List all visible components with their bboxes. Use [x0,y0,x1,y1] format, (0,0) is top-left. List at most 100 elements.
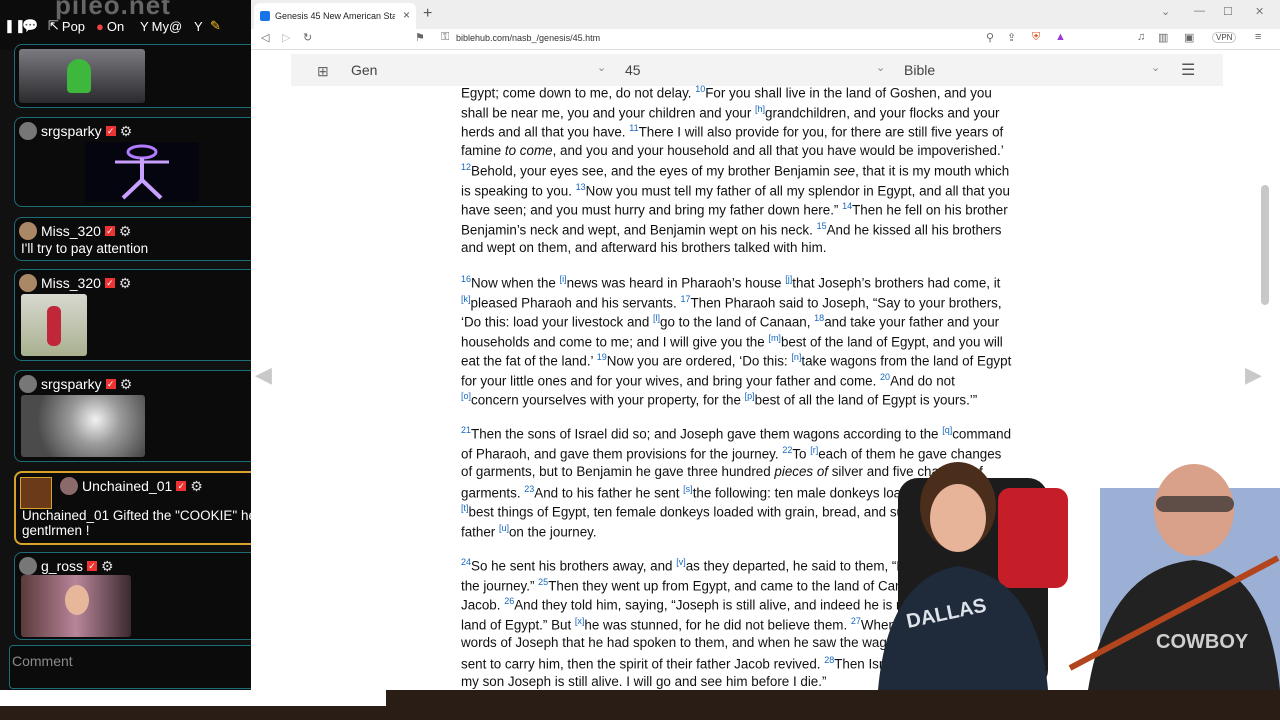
verse-number-link[interactable]: 15 [817,221,827,231]
hamburger-menu-icon[interactable]: ☰ [1181,60,1195,80]
verse-text: Benjamin’s neck and wept, and Benjamin w… [461,221,817,237]
footnote-link[interactable]: [l] [653,313,660,323]
scrollbar[interactable] [1261,185,1269,305]
reload-icon[interactable]: ↻ [303,31,312,44]
verse-number-link[interactable]: 24 [461,557,471,567]
verse-line: shall be near me, you and your children … [461,104,1000,120]
brave-shield-icon[interactable]: ⛨ [1032,31,1040,44]
chat-username[interactable]: g_ross ✓ ⚙ [19,557,114,575]
footnote-link[interactable]: [v] [676,557,686,567]
verse-text: on the journey. [508,523,597,539]
verse-number-link[interactable]: 19 [597,352,607,362]
share-icon[interactable]: ⇪ [1007,31,1016,44]
footnote-link[interactable]: [p] [745,391,755,401]
verse-number-link[interactable]: 16 [461,274,471,284]
chat-username[interactable]: Miss_320 ✓ ⚙ [19,274,131,292]
verse-number-link[interactable]: 13 [576,182,586,192]
footnote-link[interactable]: [k] [461,294,471,304]
verse-text: Behold, your eyes see, and the eyes of m… [471,163,834,179]
close-window-icon[interactable]: ✕ [1255,5,1264,18]
maximize-icon[interactable]: ☐ [1223,5,1233,18]
version-select[interactable]: Bible [904,62,935,78]
chevron-down-icon[interactable]: ⌄ [1161,5,1170,18]
verse-text: of garments, but to Benjamin he gave thr… [461,464,775,479]
verse-number-link[interactable]: 10 [695,84,705,94]
gear-icon[interactable]: ⚙ [190,478,203,495]
next-chapter-icon[interactable]: ▶ [1245,362,1262,388]
footnote-link[interactable]: [o] [461,391,471,401]
verse-number-link[interactable]: 25 [538,577,548,587]
footnote-link[interactable]: [i] [560,274,567,284]
gif-thumbnail[interactable] [21,395,145,457]
pencil-icon[interactable]: ✎ [210,16,221,36]
verified-icon: ✓ [176,481,187,491]
minimize-icon[interactable]: — [1194,5,1205,17]
verse-text: herds and all that you have. [461,124,630,140]
verse-number-link[interactable]: 12 [461,162,471,172]
verse-number-link[interactable]: 18 [814,313,824,323]
close-tab-icon[interactable]: × [403,8,410,22]
verse-number-link[interactable]: 11 [629,123,638,133]
url-field[interactable]: biblehub.com/nasb_/genesis/45.htm [456,33,600,43]
gif-thumbnail[interactable] [21,294,87,356]
bookmark-icon[interactable]: ⚑ [415,31,425,44]
rewards-icon[interactable]: ▲ [1055,31,1066,43]
footnote-link[interactable]: [s] [683,484,693,494]
verse-number-link[interactable]: 28 [824,655,834,665]
footnote-link[interactable]: [t] [461,503,469,513]
verse-text: concern yourselves with your property, f… [471,392,745,408]
gif-thumbnail[interactable] [19,49,145,103]
grid-icon[interactable]: ⊞ [317,63,329,80]
sidebar-icon[interactable]: ▥ [1158,31,1168,44]
gif-thumbnail[interactable] [21,575,131,637]
filter-icon[interactable]: Y [194,16,203,36]
chat-username[interactable]: Unchained_01 ✓ ⚙ [60,477,203,495]
verse-text: For you shall live in the land of Goshen… [705,85,992,101]
verse-number-link[interactable]: 14 [842,201,852,211]
gear-icon[interactable]: ⚙ [101,558,114,575]
gear-icon[interactable]: ⚙ [120,123,133,140]
music-icon[interactable]: ♫ [1137,31,1145,43]
verse-text: garments. [461,484,525,500]
zoom-icon[interactable]: ⚲ [986,31,994,44]
back-icon[interactable]: ◁ [261,31,269,44]
gear-icon[interactable]: ⚙ [119,275,132,292]
prev-chapter-icon[interactable]: ◀ [255,362,272,388]
chat-username[interactable]: srgsparky ✓ ⚙ [19,375,132,393]
footnote-link[interactable]: [m] [768,333,781,343]
chapter-select[interactable]: 45 [625,62,641,78]
footnote-link[interactable]: [u] [499,523,509,533]
verse-number-link[interactable]: 21 [461,425,471,435]
verse-number-link[interactable]: 26 [504,596,514,606]
wallet-icon[interactable]: ▣ [1184,31,1194,44]
verse-number-link[interactable]: 22 [782,445,792,455]
footnote-link[interactable]: [q] [942,425,952,435]
gear-icon[interactable]: ⚙ [120,376,133,393]
book-select[interactable]: Gen [351,62,377,78]
verse-text: Egypt; come down to me, do not delay. [461,85,696,101]
chat-bubble-icon[interactable]: 💬 [22,16,38,36]
footnote-link[interactable]: [h] [755,104,765,114]
on-button[interactable]: ● On [96,16,124,36]
vpn-button[interactable]: VPN [1212,32,1237,43]
comment-input[interactable]: Comment [9,645,251,689]
forward-icon[interactable]: ▷ [282,31,290,44]
pop-button[interactable]: ⇱ Pop [48,16,85,36]
verse-line: herds and all that you have. 11There I w… [461,123,1003,139]
mentions-button[interactable]: Y My@ [140,16,182,36]
gif-thumbnail[interactable] [85,142,199,202]
verse-number-link[interactable]: 20 [880,372,890,382]
verse-text: best of the land of Egypt, and you will [780,333,1003,349]
menu-icon[interactable]: ≡ [1255,31,1261,43]
chat-username[interactable]: srgsparky ✓ ⚙ [19,122,132,140]
chat-username[interactable]: Miss_320 ✓ ⚙ [19,222,131,240]
browser-tab[interactable]: Genesis 45 New American Standard × [254,3,416,29]
verse-number-link[interactable]: 23 [524,484,534,494]
footnote-link[interactable]: [x] [575,616,585,626]
new-tab-icon[interactable]: + [423,5,432,23]
footnote-link[interactable]: [n] [791,352,801,362]
chat-message: g_ross ✓ ⚙ [14,552,251,640]
username: Unchained_01 [82,478,173,494]
gear-icon[interactable]: ⚙ [119,223,132,240]
verse-number-link[interactable]: 17 [680,294,690,304]
